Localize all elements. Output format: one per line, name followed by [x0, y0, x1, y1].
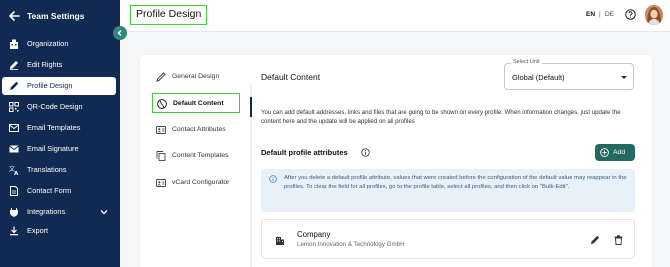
export-icon	[10, 226, 18, 236]
sidebar-item-email-signature[interactable]: Email Signature	[2, 140, 116, 158]
info-icon[interactable]	[361, 148, 370, 157]
avatar[interactable]	[645, 5, 663, 25]
sidebar-item-label: Email Templates	[27, 123, 81, 132]
tab-vcard-configurator[interactable]: vCard Configurator	[152, 173, 240, 193]
help-icon[interactable]	[625, 9, 636, 20]
vcard-icon	[156, 179, 166, 187]
tab-default-content[interactable]: Default Content	[152, 93, 240, 113]
globe-icon	[157, 99, 167, 109]
page-title: Profile Design	[130, 5, 208, 25]
sidebar-item-label: Translations	[27, 165, 67, 174]
tab-label: vCard Configurator	[172, 179, 230, 186]
tab-label: Contact Attributes	[172, 126, 226, 133]
attribute-value: Lemon Innovation & Technology GmbH	[297, 241, 405, 248]
chevron-left-icon	[117, 30, 122, 36]
language-de-toggle[interactable]: DE	[605, 11, 614, 18]
tabs-divider	[250, 85, 252, 267]
active-tab-indicator	[250, 97, 252, 117]
select-unit-dropdown[interactable]: Select Unit Global (Default)	[504, 59, 634, 90]
add-button[interactable]: Add	[595, 144, 635, 161]
organization-icon	[10, 39, 18, 49]
tab-label: Content Templates	[172, 152, 229, 159]
sidebar-header: Team Settings	[0, 0, 120, 32]
arrow-left-icon[interactable]	[8, 10, 20, 22]
email-icon	[9, 124, 19, 132]
caret-down-icon	[621, 76, 627, 79]
language-en-toggle[interactable]: EN	[586, 11, 595, 18]
language-separator: |	[599, 11, 601, 18]
brush-icon	[156, 72, 166, 82]
chevron-down-icon	[100, 210, 108, 215]
contact-form-icon	[10, 186, 18, 196]
edit-rights-icon	[10, 61, 18, 70]
building-icon	[276, 237, 284, 245]
tab-general-design[interactable]: General Design	[152, 67, 240, 87]
topbar: Profile Design EN | DE	[120, 0, 670, 32]
sidebar-item-label: Profile Design	[27, 81, 73, 90]
sidebar-item-label: QR-Code Design	[27, 102, 83, 111]
contact-card-icon	[156, 126, 166, 134]
pencil-icon[interactable]	[590, 235, 600, 245]
sidebar: Team Settings Organization Edit Rights P…	[0, 0, 120, 267]
svg-text:A: A	[14, 171, 19, 175]
content-title: Default Content	[261, 72, 321, 82]
sidebar-item-edit-rights[interactable]: Edit Rights	[2, 56, 116, 74]
select-unit-value: Global (Default)	[512, 73, 565, 82]
copy-icon	[156, 151, 166, 161]
attribute-name: Company	[297, 230, 331, 239]
tab-contact-attributes[interactable]: Contact Attributes	[152, 120, 240, 140]
add-button-label: Add	[613, 149, 626, 156]
email-signature-icon	[9, 145, 19, 153]
info-alert-text: After you delete a default profile attri…	[284, 175, 627, 190]
tab-content-templates[interactable]: Content Templates	[152, 146, 240, 166]
sidebar-item-label: Email Signature	[27, 144, 79, 153]
sidebar-item-qr-code-design[interactable]: QR-Code Design	[2, 98, 116, 116]
sidebar-item-label: Organization	[27, 39, 69, 48]
sidebar-item-label: Integrations	[27, 207, 66, 216]
select-unit-label: Select Unit	[511, 59, 542, 65]
sidebar-item-email-templates[interactable]: Email Templates	[2, 119, 116, 137]
settings-card: General Design Default Content Contact A…	[140, 55, 652, 267]
sidebar-item-organization[interactable]: Organization	[2, 35, 116, 53]
sidebar-item-integrations[interactable]: Integrations	[2, 203, 116, 221]
info-icon	[269, 175, 277, 183]
sidebar-item-translations[interactable]: 文A Translations	[2, 161, 116, 179]
tab-label: Default Content	[173, 100, 224, 107]
sidebar-item-label: Export	[27, 226, 49, 235]
sidebar-item-profile-design[interactable]: Profile Design	[2, 77, 116, 95]
sidebar-item-export[interactable]: Export	[2, 222, 116, 240]
integrations-icon	[10, 208, 18, 217]
sidebar-item-label: Contact Form	[27, 186, 72, 195]
translate-icon: 文A	[9, 165, 19, 175]
plus-circle-icon	[600, 148, 609, 157]
section-title: Default profile attributes	[261, 148, 348, 157]
tab-label: General Design	[172, 73, 220, 80]
attribute-row: Company Lemon Innovation & Technology Gm…	[261, 219, 635, 259]
qr-code-icon	[9, 102, 19, 112]
sidebar-title: Team Settings	[27, 11, 85, 21]
profile-design-icon	[10, 81, 19, 90]
sidebar-item-contact-form[interactable]: Contact Form	[2, 182, 116, 200]
info-alert: After you delete a default profile attri…	[261, 169, 635, 212]
collapse-sidebar-button[interactable]	[113, 26, 127, 40]
content-description: You can add default addresses, links and…	[261, 109, 621, 125]
sidebar-item-label: Edit Rights	[27, 60, 63, 69]
trash-icon[interactable]	[614, 235, 623, 245]
